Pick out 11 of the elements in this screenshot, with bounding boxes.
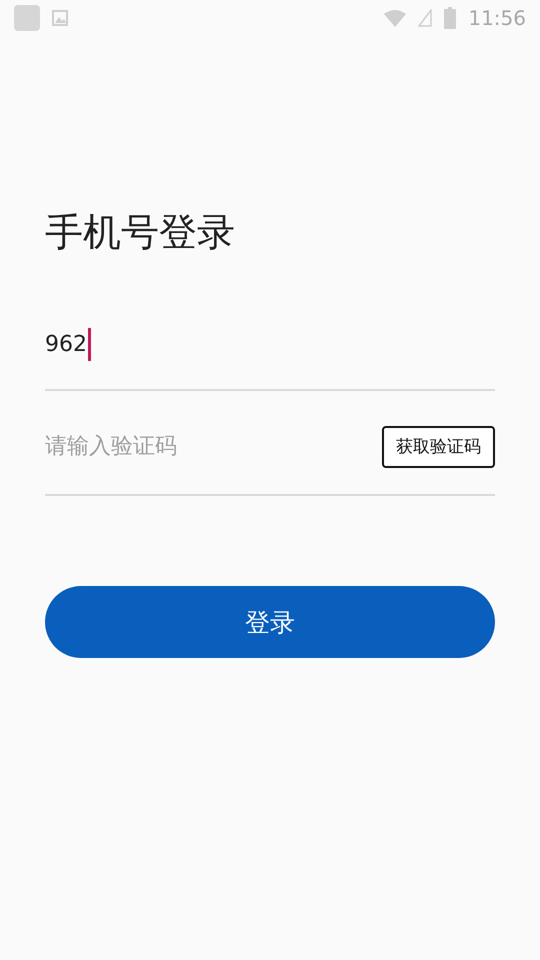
battery-icon: [444, 7, 456, 29]
wifi-icon: [384, 9, 406, 27]
login-button[interactable]: 登录: [45, 586, 495, 658]
code-field[interactable]: 请输入验证码: [45, 426, 382, 466]
image-icon: [52, 10, 68, 26]
page-title: 手机号登录: [45, 209, 236, 256]
app-icon: [14, 5, 40, 31]
phone-field[interactable]: 962: [45, 328, 495, 391]
get-code-button[interactable]: 获取验证码: [382, 426, 495, 468]
signal-icon: [418, 9, 432, 27]
status-time: 11:56: [468, 6, 526, 30]
